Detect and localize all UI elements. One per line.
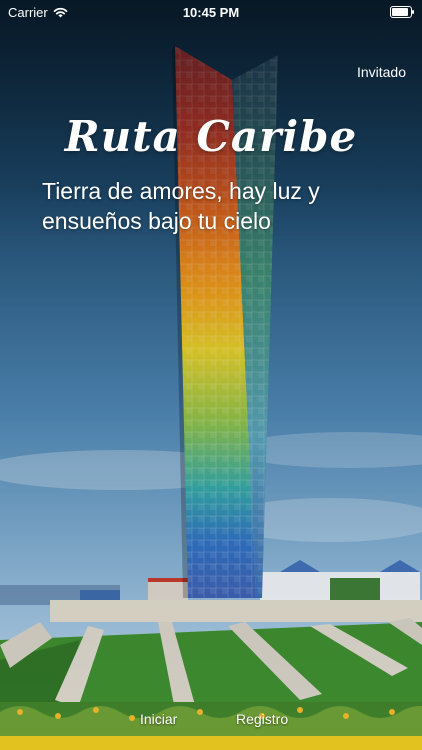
app-title: Ruta Caribe (64, 112, 358, 161)
status-bar: Carrier 10:45 PM (0, 0, 422, 24)
guest-button[interactable]: Invitado (357, 64, 406, 80)
battery-icon (390, 6, 414, 18)
login-button[interactable]: Iniciar (140, 711, 177, 727)
clock: 10:45 PM (182, 5, 240, 20)
register-button[interactable]: Registro (236, 711, 288, 727)
tagline: Tierra de amores, hay luz y ensueños baj… (42, 178, 320, 234)
